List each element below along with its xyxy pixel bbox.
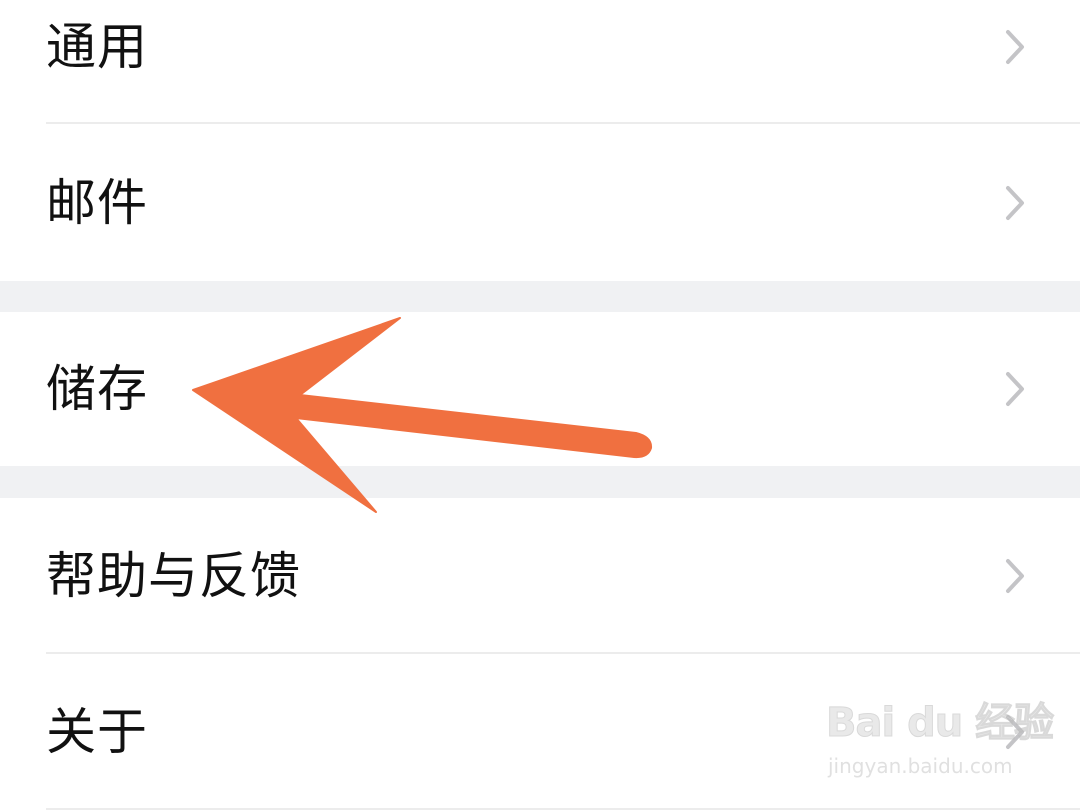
chevron-right-icon xyxy=(1006,559,1024,593)
settings-group-storage: 储存 xyxy=(0,312,1080,466)
settings-item-help-feedback[interactable]: 帮助与反馈 xyxy=(0,498,1080,654)
settings-item-label: 通用 xyxy=(46,18,148,76)
settings-item-storage[interactable]: 储存 xyxy=(0,312,1080,466)
chevron-right-icon xyxy=(1006,30,1024,64)
baidu-jingyan-watermark: Bai du 经验 jingyan.baidu.com xyxy=(825,690,1054,790)
settings-item-label: 帮助与反馈 xyxy=(46,547,301,605)
watermark-logo: Bai du 经验 xyxy=(825,700,1054,747)
settings-item-label: 储存 xyxy=(46,360,148,418)
chevron-right-icon xyxy=(1006,372,1024,406)
settings-item-mail[interactable]: 邮件 xyxy=(0,124,1080,281)
chevron-right-icon xyxy=(1006,185,1024,220)
settings-item-label: 关于 xyxy=(46,703,148,761)
settings-group-general: 通用 邮件 xyxy=(0,0,1080,281)
settings-screen: 通用 邮件 储存 帮助与反馈 关于 Bai du 经验 jingyan.baid… xyxy=(0,0,1080,810)
settings-item-general[interactable]: 通用 xyxy=(0,0,1080,124)
watermark-url: jingyan.baidu.com xyxy=(828,754,1013,778)
settings-item-label: 邮件 xyxy=(46,173,148,232)
